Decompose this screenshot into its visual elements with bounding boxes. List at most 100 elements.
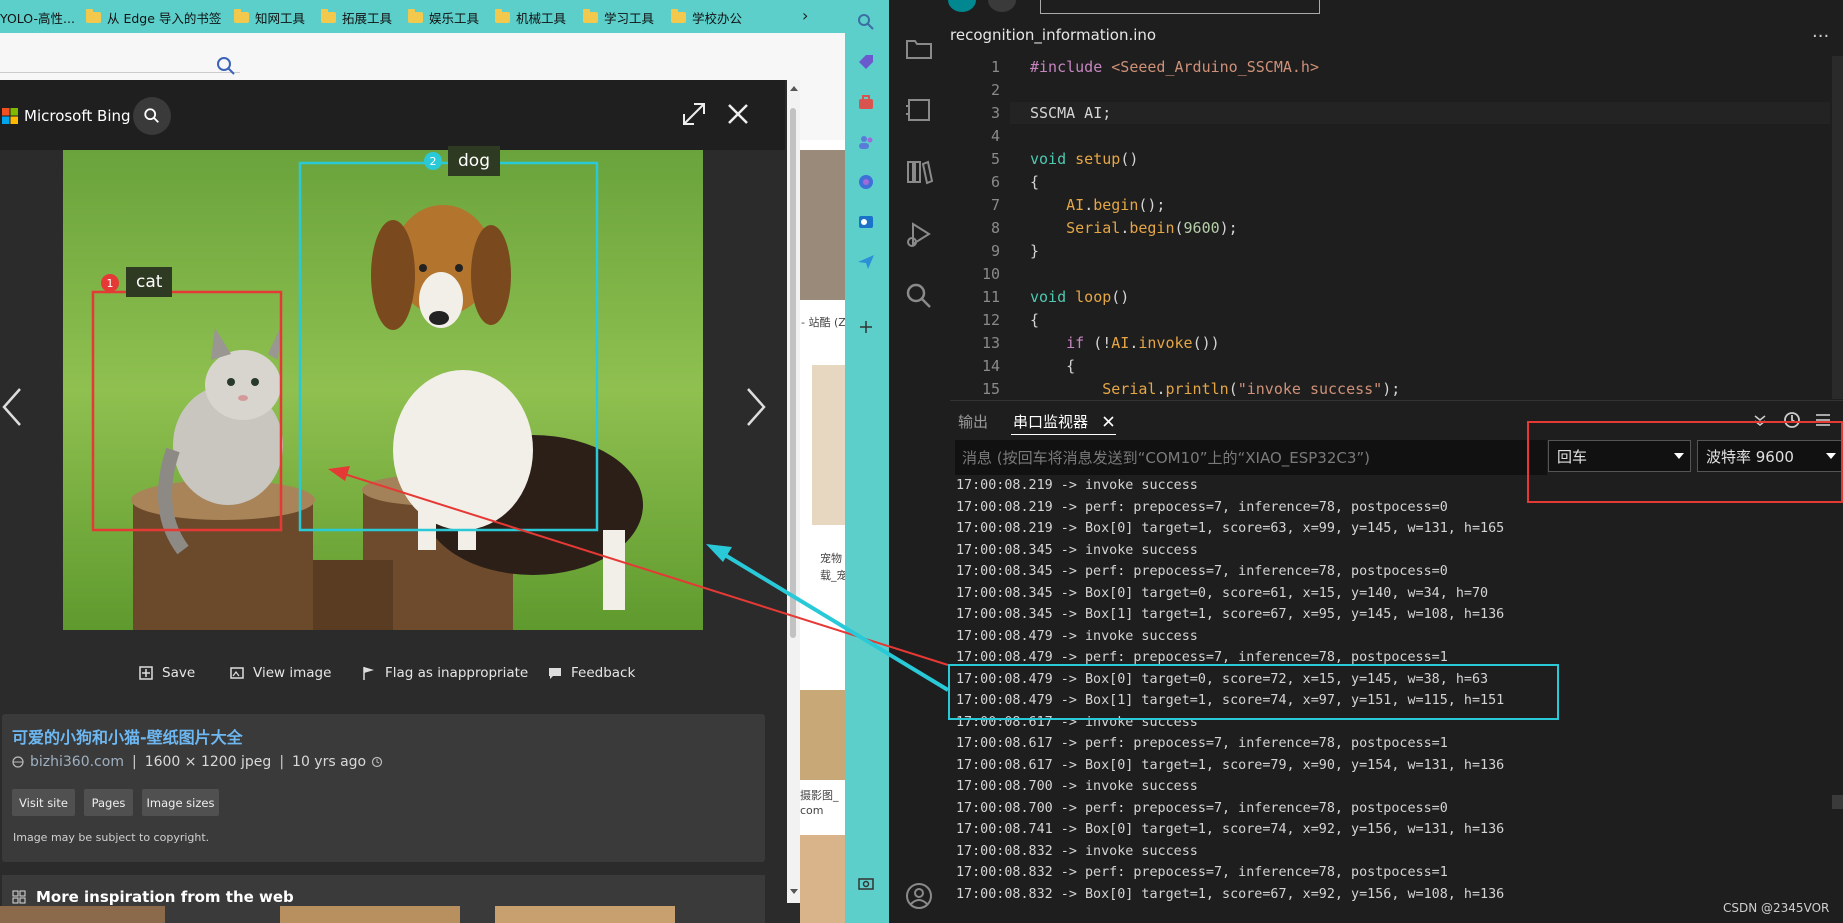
bing-brand: Microsoft Bing: [24, 107, 131, 125]
result-thumbnail[interactable]: [800, 690, 845, 780]
line-number: 4: [990, 127, 1000, 145]
inspiration-thumbnail[interactable]: [495, 906, 675, 923]
people-icon[interactable]: [856, 132, 876, 152]
board-manager-icon[interactable]: [903, 94, 935, 126]
ide-toolbar: [889, 0, 1843, 16]
flag-icon: [363, 667, 374, 680]
add-icon[interactable]: [856, 317, 876, 337]
scrollbar-thumb[interactable]: [790, 108, 796, 638]
result-domain[interactable]: bizhi360.com: [30, 754, 124, 770]
search-icon[interactable]: [903, 280, 935, 312]
serial-line: 17:00:08.617 -> perf: prepocess=7, infer…: [956, 736, 1448, 751]
editor-tab-file[interactable]: recognition_information.ino: [950, 26, 1156, 44]
library-icon[interactable]: [903, 156, 935, 188]
favorite-folder[interactable]: 娱乐工具: [408, 8, 479, 26]
result-title-link[interactable]: 可爱的小狗和小猫-壁纸图片大全: [12, 724, 243, 748]
expand-icon[interactable]: [680, 100, 708, 128]
detection-label-cat[interactable]: cat: [126, 267, 173, 297]
next-image-icon[interactable]: [742, 385, 768, 429]
favorite-folder[interactable]: 知网工具: [234, 8, 305, 26]
inspiration-thumbnail[interactable]: [280, 906, 460, 923]
search-icon[interactable]: [216, 56, 236, 76]
copilot-icon[interactable]: [856, 172, 876, 192]
folder-icon: [86, 8, 101, 23]
search-icon[interactable]: [856, 12, 876, 32]
folder-icon[interactable]: [903, 32, 935, 64]
image-sizes-button[interactable]: Image sizes: [142, 789, 219, 816]
tab-serial-monitor[interactable]: 串口监视器: [1013, 411, 1088, 432]
feedback-button[interactable]: Feedback: [547, 665, 635, 681]
chevron-right-icon[interactable]: ›: [802, 6, 808, 25]
favorite-label: 学校办公: [692, 10, 743, 26]
favorite-label: 机械工具: [516, 10, 567, 26]
flag-label: Flag as inappropriate: [385, 665, 529, 681]
toolbox-icon[interactable]: [856, 92, 876, 112]
code-line: void setup(): [1030, 150, 1139, 168]
inspiration-thumbnail[interactable]: [0, 906, 165, 923]
favorite-folder[interactable]: 学习工具: [583, 8, 654, 26]
more-actions-icon[interactable]: ···: [1812, 26, 1829, 47]
serial-line: 17:00:08.617 -> Box[0] target=1, score=7…: [956, 758, 1505, 773]
folder-icon: [671, 8, 686, 23]
close-icon[interactable]: [1103, 416, 1114, 427]
code-line: }: [1030, 242, 1040, 260]
save-button[interactable]: Save: [138, 665, 195, 681]
result-age: 10 yrs ago: [292, 754, 367, 770]
previous-image-icon[interactable]: [0, 385, 26, 429]
result-snippet: - 站酷 (Z: [801, 316, 846, 329]
result-snippet: com: [800, 804, 824, 817]
tab-output[interactable]: 输出: [958, 411, 988, 432]
detection-label-dog[interactable]: dog: [448, 146, 500, 176]
history-icon: [372, 756, 383, 768]
send-icon[interactable]: [856, 252, 876, 272]
favorite-label: 学习工具: [604, 10, 655, 26]
serial-line: 17:00:08.700 -> perf: prepocess=7, infer…: [956, 801, 1448, 816]
editor-scrollbar[interactable]: [1832, 56, 1843, 399]
serial-line: 17:00:08.832 -> perf: prepocess=7, infer…: [956, 865, 1448, 880]
scroll-down-icon[interactable]: [789, 888, 799, 896]
scroll-up-icon[interactable]: [789, 84, 799, 92]
page-search-underline: [0, 72, 240, 73]
code-line: AI.begin();: [1066, 196, 1166, 214]
feedback-label: Feedback: [571, 665, 636, 681]
line-number: 1: [990, 58, 1000, 76]
watermark: CSDN @2345VOR: [1723, 901, 1830, 915]
active-tab-underline: [1011, 434, 1116, 435]
favorite-label: 娱乐工具: [429, 10, 480, 26]
highlight-box-red: [1527, 421, 1843, 503]
serial-line: 17:00:08.219 -> Box[0] target=1, score=6…: [956, 521, 1505, 536]
code-line: void loop(): [1030, 288, 1130, 306]
outlook-icon[interactable]: [856, 212, 876, 232]
result-snippet: 载_宠: [820, 569, 848, 582]
favorite-folder[interactable]: 机械工具: [495, 8, 566, 26]
label-number-badge: 1: [101, 274, 119, 292]
account-icon[interactable]: [903, 880, 935, 912]
favorite-item[interactable]: YOLO-高性...: [0, 8, 75, 26]
serial-line: 17:00:08.479 -> invoke success: [956, 629, 1198, 644]
pages-button[interactable]: Pages: [84, 789, 133, 816]
globe-icon: [12, 756, 24, 768]
serial-line: 17:00:08.741 -> Box[0] target=1, score=7…: [956, 822, 1505, 837]
tag-icon[interactable]: [856, 52, 876, 72]
copyright-notice: Image may be subject to copyright.: [13, 831, 210, 844]
line-number: 3: [990, 104, 1000, 122]
bing-search-button[interactable]: [133, 97, 171, 135]
close-icon[interactable]: [724, 100, 752, 128]
favorite-folder[interactable]: 从 Edge 导入的书签: [86, 8, 221, 26]
visit-site-button[interactable]: Visit site: [12, 789, 75, 816]
serial-line: 17:00:08.345 -> Box[0] target=0, score=6…: [956, 586, 1489, 601]
cat-and-dog-photo[interactable]: [63, 150, 703, 630]
flag-button[interactable]: Flag as inappropriate: [361, 665, 528, 681]
view-image-button[interactable]: View image: [229, 665, 331, 681]
favorite-folder[interactable]: 拓展工具: [321, 8, 392, 26]
search-icon: [144, 108, 159, 123]
screenshot-icon[interactable]: [856, 874, 876, 894]
result-thumbnail[interactable]: [800, 150, 845, 300]
code-line: #include <Seeed_Arduino_SSCMA.h>: [1030, 58, 1319, 76]
panel-scrollbar-thumb[interactable]: [1832, 795, 1843, 809]
debug-icon[interactable]: [903, 218, 935, 250]
result-thumbnail[interactable]: [800, 835, 845, 923]
result-thumbnail[interactable]: [812, 365, 845, 525]
board-selector[interactable]: [1040, 0, 1320, 14]
favorite-folder[interactable]: 学校办公: [671, 8, 742, 26]
